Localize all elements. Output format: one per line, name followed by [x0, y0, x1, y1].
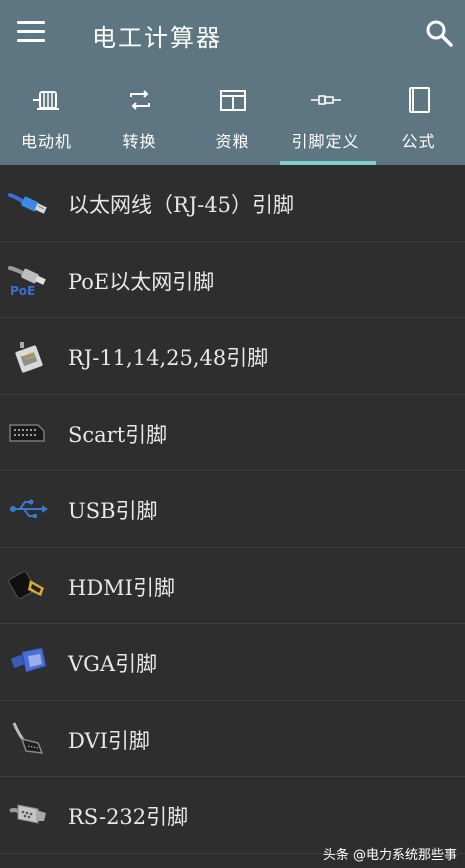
list-item-usb[interactable]: USB引脚 — [0, 471, 465, 548]
list-item-ethernet[interactable]: 以太网线（RJ-45）引脚 — [0, 165, 465, 242]
watermark: 头条 @电力系统那些事 — [322, 848, 457, 863]
list-item-poe[interactable]: PoE PoE以太网引脚 — [0, 242, 465, 318]
list-item-label: VGA引脚 — [68, 652, 158, 676]
ethernet-cable-icon — [8, 193, 47, 214]
tab-resources[interactable]: 资粮 — [186, 78, 279, 165]
list-item-dvi[interactable]: DVI引脚 — [0, 701, 465, 777]
rj11-connector-icon — [15, 342, 43, 373]
resources-icon — [220, 90, 246, 111]
scart-connector-icon — [9, 423, 45, 442]
tab-motor[interactable]: 电动机 — [0, 78, 93, 165]
dvi-connector-icon — [12, 721, 44, 754]
convert-icon — [130, 90, 150, 110]
list-item-label: HDMI引脚 — [68, 575, 175, 600]
tab-label: 引脚定义 — [291, 132, 360, 151]
tab-formula[interactable]: 公式 — [372, 78, 465, 165]
list-item-vga[interactable]: VGA引脚 — [0, 624, 465, 701]
list-item-label: RS-232引脚 — [68, 805, 189, 829]
usb-icon — [10, 499, 48, 518]
list-item-label: RJ-11,14,25,48引脚 — [68, 346, 269, 370]
vga-connector-icon — [10, 647, 47, 673]
tab-label: 转换 — [122, 132, 157, 151]
poe-icon: PoE — [8, 265, 46, 298]
pinout-list: 以太网线（RJ-45）引脚 PoE PoE以太网引脚 RJ-11,14,25,4… — [0, 165, 465, 854]
list-item-scart[interactable]: Scart引脚 — [0, 395, 465, 471]
pinout-icon — [311, 95, 341, 105]
search-icon[interactable] — [424, 18, 454, 48]
formula-book-icon — [409, 87, 430, 113]
tab-bar: 电动机 转换 资粮 引脚定义 公式 — [0, 78, 465, 165]
list-item-rj11[interactable]: RJ-11,14,25,48引脚 — [0, 318, 465, 395]
list-item-rs232[interactable]: RS-232引脚 — [0, 777, 465, 854]
list-item-label: 以太网线（RJ-45）引脚 — [68, 193, 295, 217]
tab-label: 资粮 — [215, 132, 250, 151]
list-item-label: Scart引脚 — [68, 422, 168, 447]
tab-label: 公式 — [401, 132, 436, 151]
app-title: 电工计算器 — [92, 24, 222, 52]
hdmi-connector-icon — [8, 570, 44, 599]
tab-pinout[interactable]: 引脚定义 — [279, 78, 372, 165]
motor-icon — [33, 91, 59, 110]
hamburger-menu-icon[interactable] — [17, 21, 45, 43]
svg-text:PoE: PoE — [10, 284, 35, 298]
app-bar: 电工计算器 电动机 转换 资粮 引脚定义 公式 — [0, 0, 465, 165]
rs232-connector-icon — [9, 804, 46, 824]
list-item-label: PoE以太网引脚 — [68, 269, 215, 294]
toolbar: 电工计算器 — [0, 0, 465, 66]
tab-convert[interactable]: 转换 — [93, 78, 186, 165]
tab-label: 电动机 — [20, 132, 72, 151]
list-item-hdmi[interactable]: HDMI引脚 — [0, 548, 465, 624]
list-item-label: USB引脚 — [68, 499, 158, 523]
list-item-label: DVI引脚 — [68, 728, 150, 753]
